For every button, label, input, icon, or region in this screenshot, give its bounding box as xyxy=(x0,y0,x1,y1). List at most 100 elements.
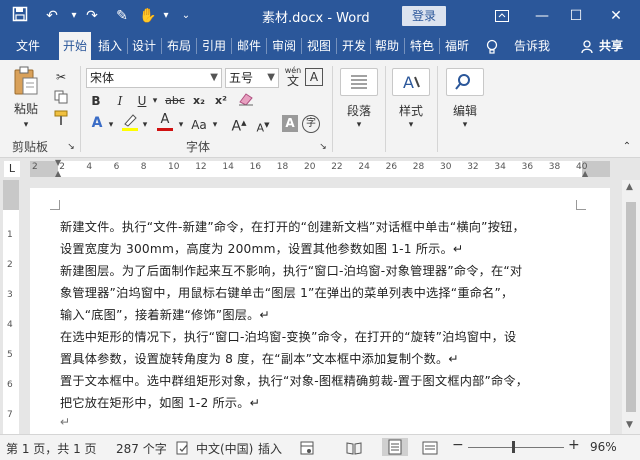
clear-formatting-icon[interactable] xyxy=(236,92,256,111)
ribbon-home: 粘贴 ▾ ✂ 剪贴板 ↘ 宋体 ▼ 五号 ▼ wén 文 A B I U ▾ abc… xyxy=(0,60,640,158)
format-painter-quick-icon[interactable]: ✎ xyxy=(112,6,132,26)
tell-me-search[interactable]: 告诉我 xyxy=(510,32,554,60)
grow-font-button[interactable]: A▲ xyxy=(230,114,248,136)
proofing-icon[interactable] xyxy=(176,441,190,455)
tab-design[interactable]: 设计 xyxy=(130,32,158,60)
change-case-dropdown-icon[interactable]: ▾ xyxy=(210,116,220,134)
search-icon[interactable] xyxy=(446,68,484,96)
touch-dropdown-icon[interactable]: ▾ xyxy=(156,6,176,26)
text-effects-dropdown-icon[interactable]: ▾ xyxy=(106,116,116,134)
tab-featured[interactable]: 特色 xyxy=(407,32,437,60)
scroll-up-icon[interactable]: ▲ xyxy=(626,182,633,192)
shrink-font-button[interactable]: A▼ xyxy=(254,116,272,138)
tab-help[interactable]: 帮助 xyxy=(373,32,401,60)
styles-dropdown-icon[interactable]: ▾ xyxy=(404,116,418,134)
ruler-number: 8 xyxy=(140,162,147,172)
collapse-ribbon-icon[interactable]: ⌃ xyxy=(620,138,634,156)
vertical-scrollbar[interactable]: ▲ ▼ xyxy=(622,180,640,434)
maximize-icon[interactable]: ☐ xyxy=(556,0,596,32)
zoom-slider-thumb[interactable] xyxy=(512,441,515,453)
paste-dropdown-icon[interactable]: ▾ xyxy=(20,116,32,134)
clipboard-launcher-icon[interactable]: ↘ xyxy=(66,138,76,156)
font-color-dropdown-icon[interactable]: ▾ xyxy=(176,116,186,134)
touch-mode-icon[interactable]: ✋ xyxy=(138,6,158,26)
insert-mode[interactable]: 插入 xyxy=(258,440,282,457)
tab-developer[interactable]: 开发 xyxy=(339,32,369,60)
enclose-characters-button[interactable]: 字 xyxy=(302,115,320,133)
web-layout-icon[interactable] xyxy=(422,441,438,455)
underline-button[interactable]: U xyxy=(134,92,150,110)
document-area: 1 2 3 4 5 6 7 新建文件。执行“文件-新建”命令，在打开的“创建新文档”对话框中… xyxy=(0,180,640,434)
font-color-icon[interactable]: A xyxy=(156,112,174,134)
page-count[interactable]: 第 1 页，共 1 页 xyxy=(6,440,97,457)
redo-icon[interactable]: ↷ xyxy=(82,6,102,26)
tab-references[interactable]: 引用 xyxy=(199,32,229,60)
vruler-number: 6 xyxy=(7,380,13,390)
print-layout-icon[interactable] xyxy=(382,438,408,456)
scroll-down-icon[interactable]: ▼ xyxy=(626,420,633,430)
undo-dropdown-icon[interactable]: ▾ xyxy=(64,6,84,26)
undo-icon[interactable]: ↶ xyxy=(42,6,62,26)
tab-view[interactable]: 视图 xyxy=(304,32,334,60)
tab-selector-icon[interactable]: L xyxy=(4,161,20,177)
character-border-button[interactable]: A xyxy=(305,68,323,86)
styles-icon[interactable]: A xyxy=(392,68,430,96)
phonetic-guide-icon[interactable]: wén 文 xyxy=(283,66,303,88)
lightbulb-icon[interactable] xyxy=(484,32,500,60)
tab-layout[interactable]: 布局 xyxy=(164,32,194,60)
document-page[interactable]: 新建文件。执行“文件-新建”命令，在打开的“创建新文档”对话框中单击“横向”按钮… xyxy=(30,188,610,434)
share-button[interactable]: 共享 xyxy=(596,32,626,60)
format-painter-icon[interactable] xyxy=(52,110,70,131)
paste-icon[interactable] xyxy=(12,66,40,98)
change-case-button[interactable]: Aa xyxy=(188,116,210,134)
window-title: 素材.docx - Word xyxy=(262,11,370,26)
word-count[interactable]: 287 个字 xyxy=(116,440,167,457)
character-shading-icon[interactable]: A xyxy=(282,115,298,132)
subscript-button[interactable]: x₂ xyxy=(190,92,208,110)
vertical-ruler[interactable]: 1 2 3 4 5 6 7 xyxy=(3,180,19,434)
hanging-indent-marker[interactable]: ▲ xyxy=(55,169,61,178)
share-icon[interactable] xyxy=(580,32,594,60)
language-indicator[interactable]: 中文(中国) xyxy=(196,440,253,457)
font-launcher-icon[interactable]: ↘ xyxy=(318,138,328,156)
doc-line: 置具体参数，设置旋转角度为 8 度，在“副本”文本框中添加复制个数。↵ xyxy=(60,352,459,366)
save-icon[interactable] xyxy=(10,6,30,26)
login-button[interactable]: 登录 xyxy=(402,6,446,26)
first-line-indent-marker[interactable]: ▼ xyxy=(55,158,61,167)
tab-insert[interactable]: 插入 xyxy=(95,32,125,60)
ruler-number: 16 xyxy=(249,162,262,172)
highlight-color-icon[interactable] xyxy=(120,112,140,134)
cut-icon[interactable]: ✂ xyxy=(52,68,70,86)
tab-mailings[interactable]: 邮件 xyxy=(234,32,264,60)
macro-record-icon[interactable] xyxy=(300,441,314,455)
strikethrough-button[interactable]: abc xyxy=(164,92,186,110)
zoom-level[interactable]: 96% xyxy=(590,440,617,454)
tab-home[interactable]: 开始 xyxy=(59,32,91,60)
superscript-button[interactable]: x² xyxy=(212,92,230,110)
customize-toolbar-icon[interactable]: ⌄ xyxy=(176,6,196,26)
font-group-label: 字体 xyxy=(186,140,211,154)
font-name-combo[interactable]: 宋体 ▼ xyxy=(86,68,222,88)
text-effects-icon[interactable]: A xyxy=(88,114,106,132)
zoom-slider[interactable] xyxy=(468,447,564,448)
bold-button[interactable]: B xyxy=(88,92,104,110)
paragraph-dropdown-icon[interactable]: ▾ xyxy=(352,116,366,134)
zoom-in-button[interactable]: + xyxy=(568,437,580,453)
horizontal-ruler[interactable]: 2 2 4 6 8 10 12 14 16 18 20 22 24 26 28 30 32 34 36 38 40 ▼ … xyxy=(30,158,610,178)
paragraph-icon[interactable] xyxy=(340,68,378,96)
underline-dropdown-icon[interactable]: ▾ xyxy=(150,92,160,110)
zoom-out-button[interactable]: − xyxy=(452,437,464,453)
font-size-combo[interactable]: 五号 ▼ xyxy=(225,68,279,88)
tab-foxit[interactable]: 福昕 xyxy=(442,32,472,60)
right-indent-marker[interactable]: ▲ xyxy=(582,169,588,178)
ribbon-display-icon[interactable] xyxy=(482,0,522,32)
italic-button[interactable]: I xyxy=(112,92,128,110)
tab-review[interactable]: 审阅 xyxy=(269,32,299,60)
editing-dropdown-icon[interactable]: ▾ xyxy=(458,116,472,134)
highlight-dropdown-icon[interactable]: ▾ xyxy=(140,116,150,134)
copy-icon[interactable] xyxy=(52,90,70,109)
read-mode-icon[interactable] xyxy=(346,441,362,455)
close-icon[interactable]: ✕ xyxy=(596,0,636,32)
scrollbar-thumb[interactable] xyxy=(626,202,636,412)
tab-file[interactable]: 文件 xyxy=(8,32,48,60)
